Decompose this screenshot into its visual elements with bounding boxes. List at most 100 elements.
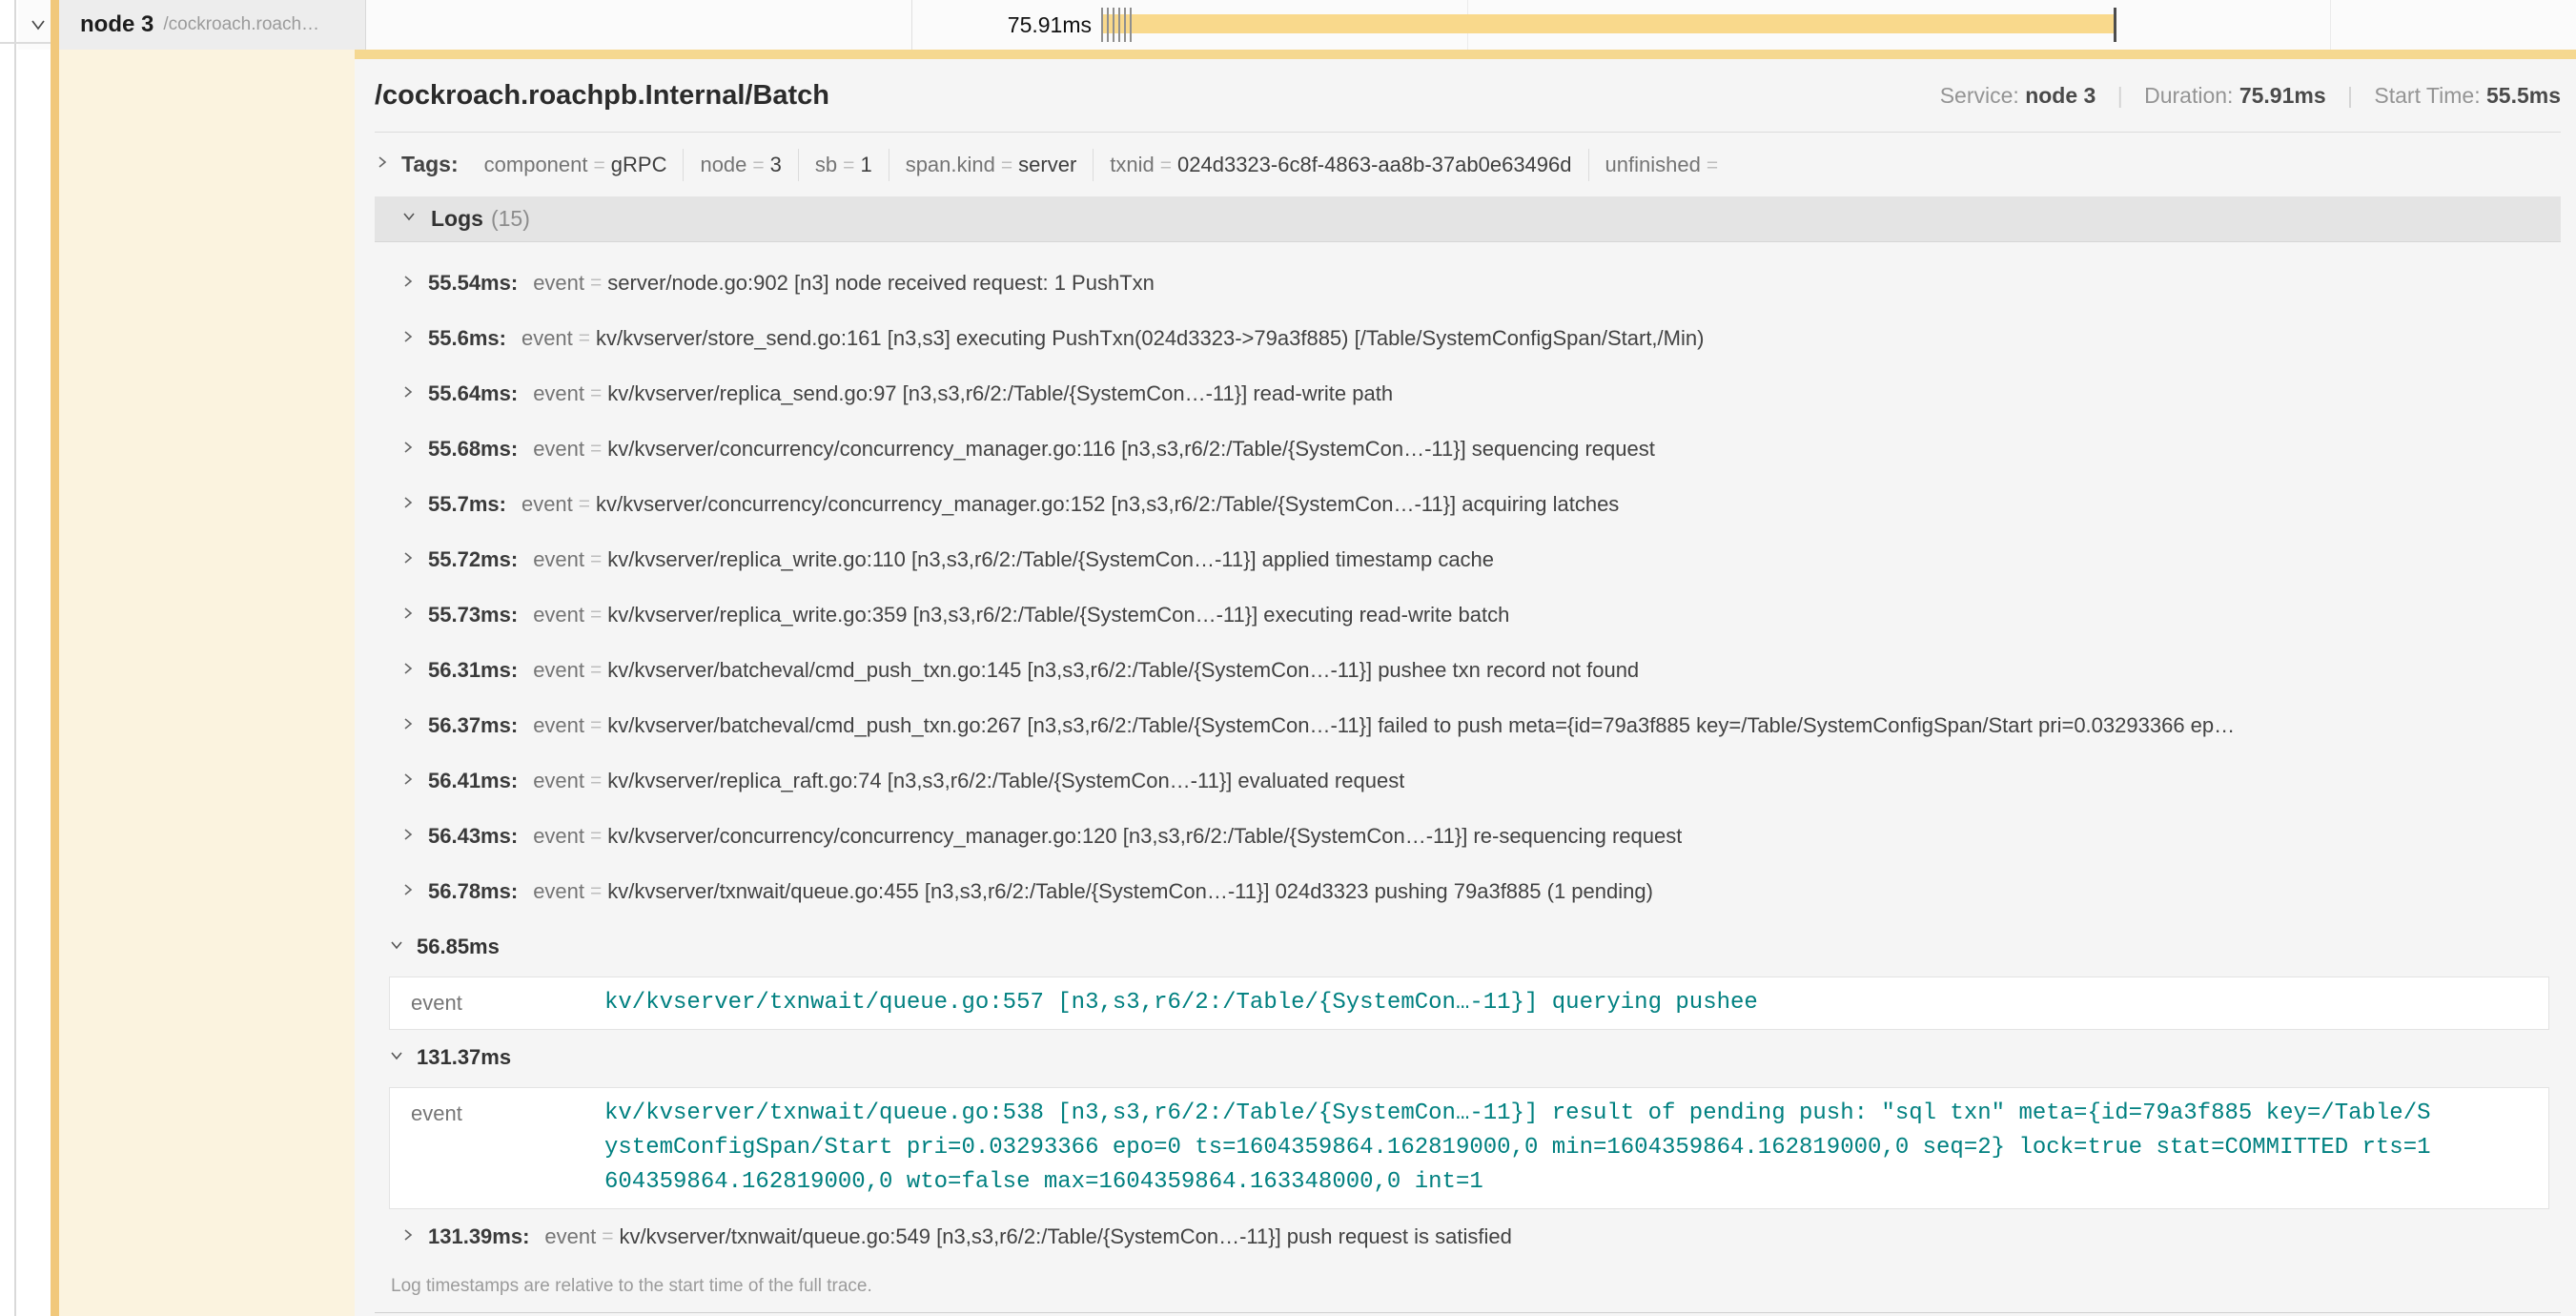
log-field: event [544, 1224, 596, 1249]
log-field: event [533, 603, 584, 627]
equals-sign: = [837, 154, 860, 176]
tag-item: sb=1 [798, 149, 889, 181]
span-meta: Service: node 3 | Duration: 75.91ms | St… [1940, 83, 2561, 109]
log-row[interactable]: 55.72ms:event=kv/kvserver/replica_write.… [375, 532, 2561, 587]
log-timestamp: 55.64ms: [428, 381, 518, 406]
log-message: kv/kvserver/concurrency/concurrency_mana… [607, 824, 1682, 849]
log-row[interactable]: 55.7ms:event=kv/kvserver/concurrency/con… [375, 477, 2561, 532]
log-timestamp: 56.43ms: [428, 824, 518, 849]
span-end-tick [2114, 8, 2116, 42]
tag-value: server [1018, 153, 1076, 176]
log-field: event [533, 824, 584, 849]
log-timestamp: 55.6ms: [428, 326, 506, 351]
log-message: kv/kvserver/batcheval/cmd_push_txn.go:26… [607, 713, 2235, 738]
span-detail-header: /cockroach.roachpb.Internal/Batch Servic… [375, 59, 2561, 132]
equals-sign: = [596, 1225, 619, 1248]
equals-sign: = [584, 880, 607, 903]
log-message: kv/kvserver/store_send.go:161 [n3,s3] ex… [596, 326, 1704, 351]
equals-sign: = [584, 438, 607, 461]
chevron-right-icon [400, 769, 416, 793]
log-row[interactable]: 56.41ms:event=kv/kvserver/replica_raft.g… [375, 753, 2561, 809]
span-detail-panel: /cockroach.roachpb.Internal/Batch Servic… [355, 50, 2576, 1316]
log-message: kv/kvserver/replica_write.go:110 [n3,s3,… [607, 547, 1494, 572]
tag-item: txnid=024d3323-6c8f-4863-aa8b-37ab0e6349… [1093, 149, 1587, 181]
service-value: node 3 [2025, 83, 2096, 108]
chevron-right-icon [375, 154, 390, 175]
log-message: kv/kvserver/batcheval/cmd_push_txn.go:14… [607, 658, 1639, 683]
log-row[interactable]: 55.6ms:event=kv/kvserver/store_send.go:1… [375, 311, 2561, 366]
log-row[interactable]: 55.73ms:event=kv/kvserver/replica_write.… [375, 587, 2561, 643]
log-marker-tick [1130, 8, 1132, 42]
tag-key: sb [815, 153, 837, 176]
log-row[interactable]: 131.39ms: event=kv/kvserver/txnwait/queue… [375, 1209, 2561, 1265]
tag-value: 024d3323-6c8f-4863-aa8b-37ab0e63496d [1177, 153, 1571, 176]
log-row[interactable]: 56.78ms: event=kv/kvserver/txnwait/queue.… [375, 864, 2561, 919]
chevron-right-icon [400, 603, 416, 627]
log-row[interactable]: 56.37ms:event=kv/kvserver/batcheval/cmd_… [375, 698, 2561, 753]
log-timestamp: 131.39ms: [428, 1224, 529, 1249]
log-row[interactable]: 55.68ms:event=kv/kvserver/concurrency/co… [375, 422, 2561, 477]
log-timestamp: 56.78ms: [428, 879, 518, 904]
equals-sign: = [1701, 154, 1724, 176]
log-marker-tick [1101, 8, 1103, 42]
start-time-label: Start Time: [2374, 83, 2480, 108]
span-name-tab[interactable]: node 3 /cockroach.roach… [59, 0, 366, 50]
tag-key: node [700, 153, 746, 176]
log-timestamp: 56.31ms: [428, 658, 518, 683]
log-message: kv/kvserver/txnwait/queue.go:455 [n3,s3,… [607, 879, 1653, 904]
tag-item: unfinished= [1588, 149, 1741, 181]
row-boundary-line [0, 42, 51, 44]
tag-key: unfinished [1605, 153, 1701, 176]
chevron-right-icon [400, 824, 416, 849]
span-operation-name: /cockroach.roach… [163, 14, 319, 35]
expanded-log-header[interactable]: 131.37ms [375, 1038, 2561, 1078]
equals-sign: = [573, 493, 596, 516]
log-row[interactable]: 56.31ms:event=kv/kvserver/batcheval/cmd_… [375, 643, 2561, 698]
log-row[interactable]: 55.64ms:event=kv/kvserver/replica_send.g… [375, 366, 2561, 422]
tag-item: component=gRPC [468, 149, 684, 181]
log-timestamp: 55.68ms: [428, 437, 518, 462]
log-row[interactable]: 56.43ms:event=kv/kvserver/concurrency/co… [375, 809, 2561, 864]
log-timestamp: 55.54ms: [428, 271, 518, 296]
log-marker-tick [1107, 8, 1109, 42]
span-title: /cockroach.roachpb.Internal/Batch [375, 80, 829, 112]
log-value: kv/kvserver/txnwait/queue.go:538 [n3,s3,… [604, 1088, 2435, 1208]
equals-sign: = [588, 154, 611, 176]
equals-sign: = [584, 272, 607, 295]
log-marker-tick [1113, 8, 1114, 42]
log-row[interactable]: 55.54ms:event=server/node.go:902 [n3] no… [375, 256, 2561, 311]
log-marker-tick [1124, 8, 1126, 42]
log-field: event [533, 769, 584, 793]
equals-sign: = [584, 770, 607, 792]
log-field: event [533, 437, 584, 462]
log-message: kv/kvserver/txnwait/queue.go:549 [n3,s3,… [620, 1224, 1512, 1249]
span-color-strip [51, 0, 59, 1316]
tag-item: node=3 [683, 149, 797, 181]
tag-key: span.kind [906, 153, 995, 176]
expanded-log-header[interactable]: 56.85ms [375, 927, 2561, 967]
log-timestamp: 56.85ms [417, 935, 500, 959]
tag-value: 1 [860, 153, 871, 176]
chevron-right-icon [400, 1224, 416, 1249]
chevron-right-icon [400, 713, 416, 738]
log-marker-tick [1118, 8, 1120, 42]
log-detail-table: event kv/kvserver/txnwait/queue.go:557 [… [389, 977, 2549, 1030]
log-detail-table: event kv/kvserver/txnwait/queue.go:538 [… [389, 1087, 2549, 1209]
log-field: event [533, 658, 584, 683]
equals-sign: = [584, 382, 607, 405]
chevron-down-icon [400, 209, 418, 229]
log-message: kv/kvserver/replica_send.go:97 [n3,s3,r6… [607, 381, 1393, 406]
log-field: event [533, 879, 584, 904]
logs-section-header[interactable]: Logs (15) [375, 196, 2561, 242]
chevron-right-icon [400, 492, 416, 517]
equals-sign: = [584, 714, 607, 737]
left-gutter [0, 0, 16, 1316]
chevron-down-icon [388, 937, 405, 957]
duration-label: Duration: [2144, 83, 2233, 108]
chevron-down-icon[interactable] [29, 16, 48, 38]
tags-row[interactable]: Tags: component=gRPC node=3 sb=1 span.ki… [375, 133, 2561, 196]
timeline-span-row[interactable]: node 3 /cockroach.roach… 75.91ms [18, 0, 2576, 50]
chevron-right-icon [400, 547, 416, 572]
chevron-right-icon [400, 271, 416, 296]
span-bar[interactable] [1101, 14, 2116, 33]
